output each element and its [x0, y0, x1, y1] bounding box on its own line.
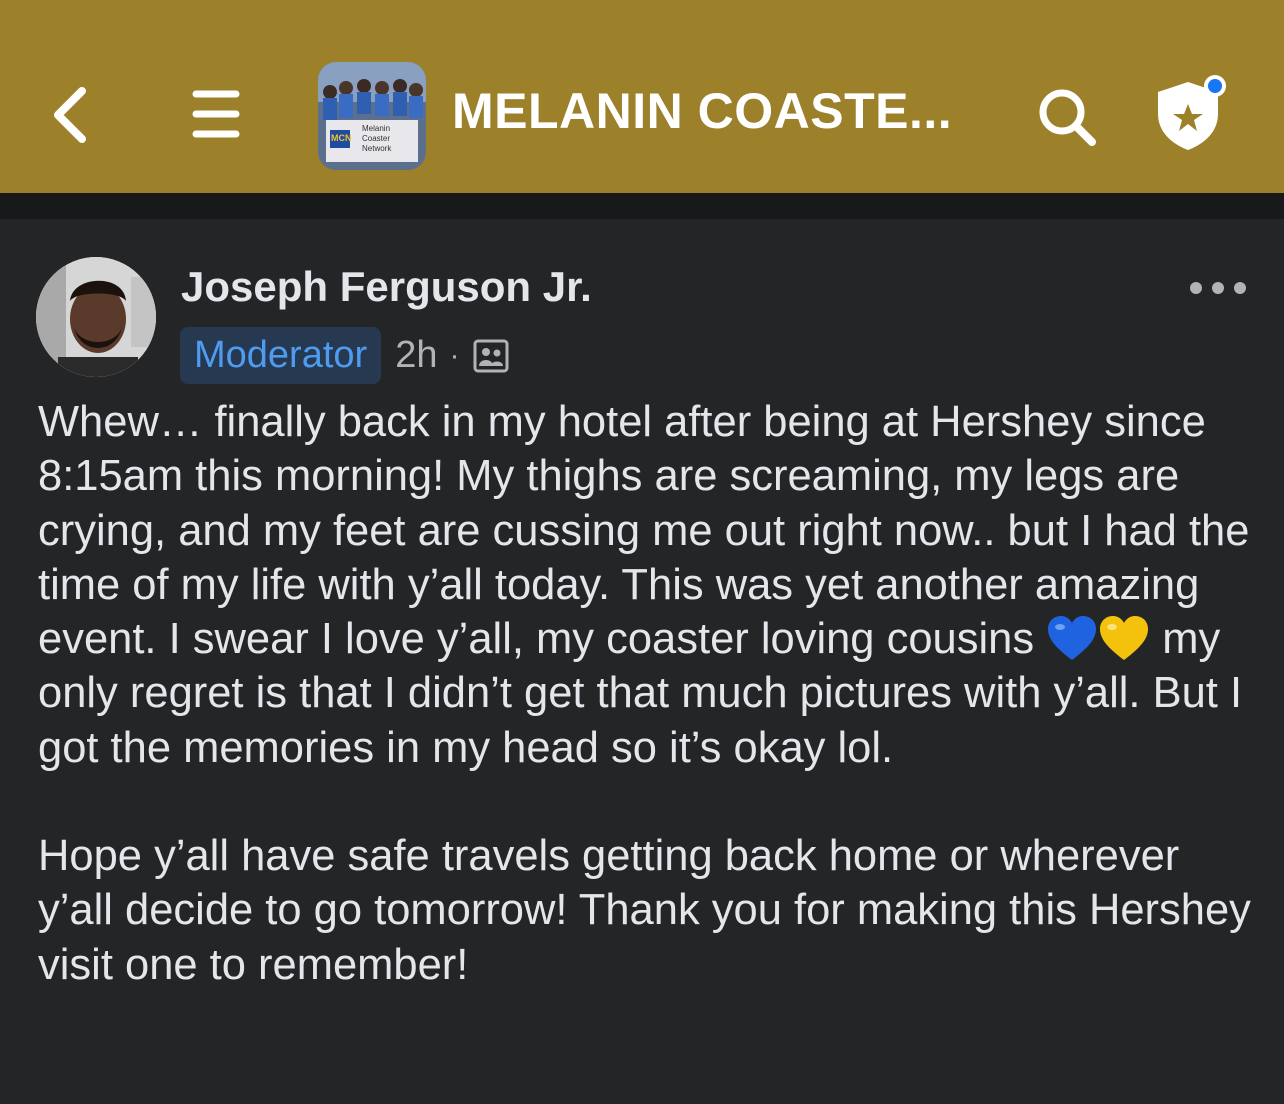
- hamburger-icon: [192, 90, 240, 138]
- back-button[interactable]: [40, 80, 100, 150]
- menu-button[interactable]: [186, 82, 246, 146]
- group-title[interactable]: MELANIN COASTE...: [452, 82, 952, 140]
- thumb-label-1: Melanin: [362, 124, 391, 133]
- chevron-left-icon: [54, 87, 86, 143]
- post-meta: Moderator 2h ·: [180, 327, 509, 384]
- group-thumbnail[interactable]: MCN Melanin Coaster Network: [318, 62, 426, 170]
- members-icon: [473, 339, 509, 373]
- author-name[interactable]: Joseph Ferguson Jr.: [181, 263, 592, 311]
- group-photo-image: [318, 62, 426, 170]
- meta-separator: ·: [449, 338, 460, 372]
- thumb-label-2: Coaster: [362, 134, 391, 143]
- profile-photo-image: [36, 257, 156, 377]
- post-timestamp[interactable]: 2h: [395, 334, 437, 377]
- notification-dot: [1208, 79, 1222, 93]
- post-paragraph-2: Hope y’all have safe travels getting bac…: [38, 832, 1251, 989]
- more-dot: [1234, 282, 1246, 294]
- avatar[interactable]: [36, 257, 156, 377]
- search-button[interactable]: [1032, 82, 1102, 152]
- thumb-label-3: Network: [362, 144, 392, 153]
- yellow-heart-icon: [1100, 616, 1149, 661]
- post-body: Whew… finally back in my hotel after bei…: [38, 395, 1253, 992]
- shield-star-icon: [1158, 75, 1226, 150]
- admin-tools-button[interactable]: [1148, 70, 1232, 154]
- header-divider: [0, 193, 1284, 219]
- more-dot: [1212, 282, 1224, 294]
- blue-heart-icon: [1048, 616, 1097, 661]
- moderator-badge: Moderator: [180, 327, 382, 384]
- search-icon: [1039, 89, 1096, 146]
- thumb-badge: MCN: [331, 133, 352, 143]
- more-options-button[interactable]: [1190, 270, 1246, 306]
- more-horizontal-icon: [1190, 282, 1202, 294]
